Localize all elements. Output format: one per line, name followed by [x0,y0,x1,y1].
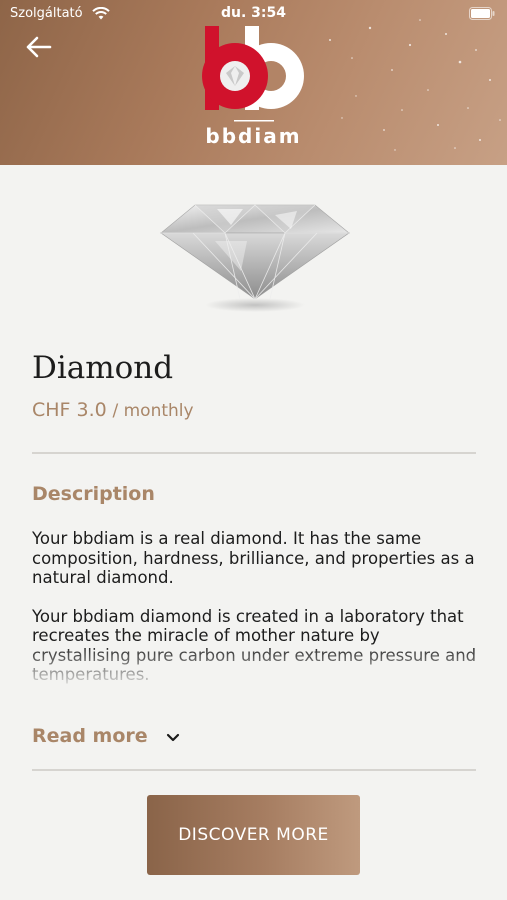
clock: du. 3:54 [220,5,286,21]
price-amount: CHF 3.0 [32,399,107,421]
diamond-image [160,204,350,312]
product-price: CHF 3.0 / monthly [32,399,194,421]
chevron-down-icon[interactable] [166,733,180,743]
logo-wordmark: bbdiam [205,124,302,148]
price-period: / monthly [112,401,194,421]
description-fade [0,644,507,694]
product-title: Diamond [32,350,174,386]
back-button[interactable] [24,34,54,60]
description-heading: Description [32,483,155,505]
header: Szolgáltató du. 3:54 bbdiam [0,0,507,165]
read-more-button[interactable]: Read more [32,725,148,747]
divider [32,452,476,454]
battery-icon [469,7,495,20]
divider [32,769,476,771]
description-paragraph: Your bbdiam is a real diamond. It has th… [32,529,475,587]
discover-more-button[interactable]: DISCOVER MORE [147,795,360,875]
